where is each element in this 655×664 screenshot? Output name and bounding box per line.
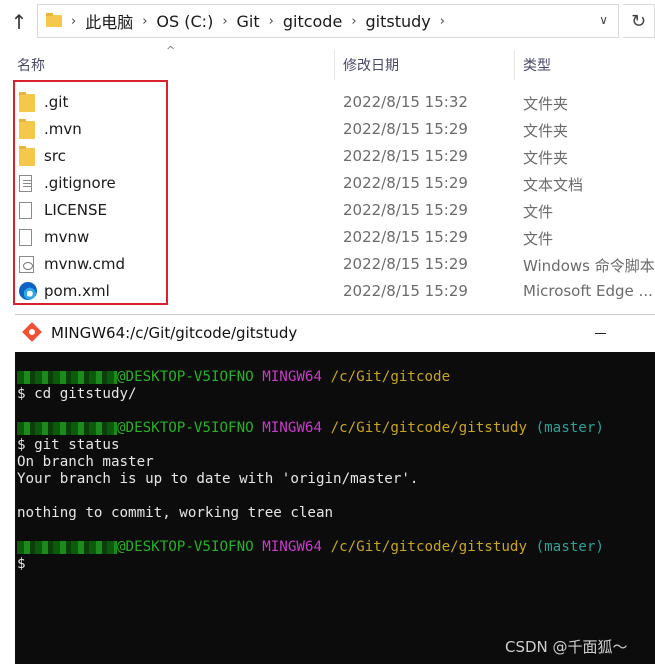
column-header-name[interactable]: 名称 [17,55,45,75]
redacted-username [17,370,117,384]
output-line: nothing to commit, working tree clean [17,505,334,521]
file-date: 2022/8/15 15:29 [343,120,468,138]
sort-ascending-icon: ^ [166,44,176,57]
file-date: 2022/8/15 15:29 [343,174,468,192]
file-date: 2022/8/15 15:29 [343,228,468,246]
git-logo-icon [22,322,42,342]
file-date: 2022/8/15 15:29 [343,255,468,273]
column-header-date[interactable]: 修改日期 [343,55,399,75]
terminal-window[interactable]: MINGW64:/c/Git/gitcode/gitstudy @DESKTOP… [15,314,655,664]
folder-icon [46,13,62,27]
breadcrumb-gitstudy[interactable]: gitstudy [366,12,431,31]
address-bar[interactable]: › 此电脑 › OS (C:) › Git › gitcode › gitstu… [37,4,619,38]
terminal-titlebar[interactable]: MINGW64:/c/Git/gitcode/gitstudy [15,314,655,352]
file-type: 文件夹 [523,95,569,113]
column-divider[interactable] [334,50,335,80]
file-type: 文件 [523,230,554,248]
breadcrumb-gitcode[interactable]: gitcode [283,12,342,31]
file-explorer: ↑ › 此电脑 › OS (C:) › Git › gitcode › gits… [0,0,655,310]
redacted-username [17,421,117,435]
breadcrumb-os-c[interactable]: OS (C:) [156,12,213,31]
prompt-line: @DESKTOP-V5IOFNO MINGW64 /c/Git/gitcode/… [17,420,604,437]
watermark: CSDN @千面狐～ [505,638,628,656]
chevron-right-icon[interactable]: › [351,14,356,29]
chevron-right-icon[interactable]: › [269,14,274,29]
breadcrumb-git[interactable]: Git [237,12,260,31]
terminal-title: MINGW64:/c/Git/gitcode/gitstudy [51,324,298,342]
file-type: Microsoft Edge ... [523,282,653,300]
file-date: 2022/8/15 15:29 [343,201,468,219]
refresh-button[interactable]: ↻ [623,4,655,38]
file-type: 文本文档 [523,176,584,194]
chevron-down-icon[interactable]: ∨ [599,13,608,27]
file-type: 文件夹 [523,149,569,167]
terminal-output[interactable]: @DESKTOP-V5IOFNO MINGW64 /c/Git/gitcode … [15,352,655,664]
up-arrow-icon[interactable]: ↑ [6,8,32,36]
output-line: On branch master [17,454,154,470]
file-date: 2022/8/15 15:29 [343,147,468,165]
file-type: 文件 [523,203,554,221]
column-headers: ^ 名称 修改日期 类型 [0,44,655,80]
chevron-right-icon[interactable]: › [440,14,445,29]
file-type: 文件夹 [523,122,569,140]
minimize-icon[interactable] [595,333,606,334]
chevron-right-icon[interactable]: › [71,14,76,29]
breadcrumb-this-pc[interactable]: 此电脑 [85,9,133,33]
output-line: Your branch is up to date with 'origin/m… [17,471,419,487]
redacted-username [17,540,117,554]
command-line: $ cd gitstudy/ [17,386,137,402]
file-date: 2022/8/15 15:29 [343,282,468,300]
prompt-line: @DESKTOP-V5IOFNO MINGW64 /c/Git/gitcode [17,369,450,386]
file-type: Windows 命令脚本 [523,257,655,275]
prompt-line: @DESKTOP-V5IOFNO MINGW64 /c/Git/gitcode/… [17,539,604,556]
column-divider[interactable] [514,50,515,80]
highlight-box [13,80,168,305]
chevron-right-icon[interactable]: › [222,14,227,29]
command-line: $ git status [17,437,120,453]
file-date: 2022/8/15 15:32 [343,93,468,111]
prompt-cursor: $ [17,556,26,572]
column-header-type[interactable]: 类型 [523,55,551,75]
chevron-right-icon[interactable]: › [142,14,147,29]
